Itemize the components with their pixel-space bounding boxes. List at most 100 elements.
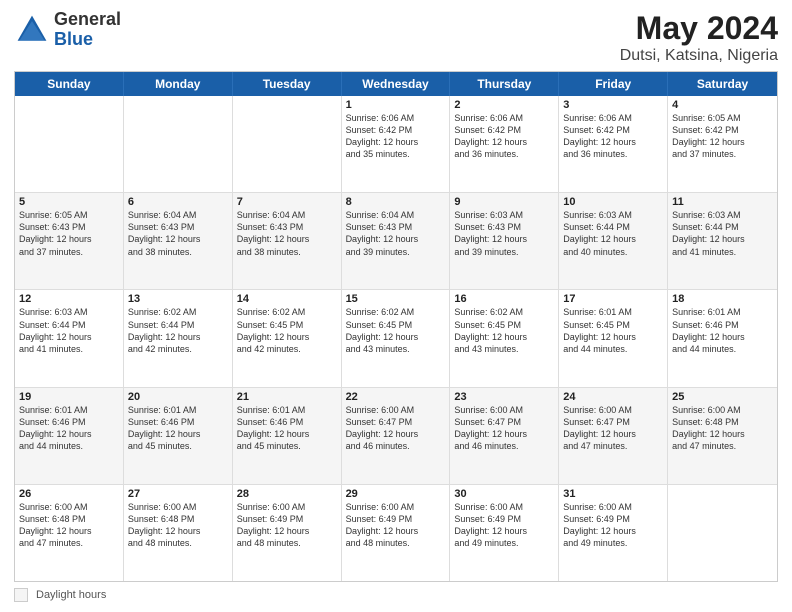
calendar: SundayMondayTuesdayWednesdayThursdayFrid… bbox=[14, 71, 778, 582]
calendar-cell bbox=[233, 96, 342, 192]
day-number: 26 bbox=[19, 488, 119, 500]
day-number: 2 bbox=[454, 99, 554, 111]
calendar-cell: 27Sunrise: 6:00 AM Sunset: 6:48 PM Dayli… bbox=[124, 485, 233, 581]
day-info: Sunrise: 6:05 AM Sunset: 6:42 PM Dayligh… bbox=[672, 112, 773, 161]
logo: General Blue bbox=[14, 10, 121, 50]
calendar-cell: 8Sunrise: 6:04 AM Sunset: 6:43 PM Daylig… bbox=[342, 193, 451, 289]
day-header-wednesday: Wednesday bbox=[342, 72, 451, 96]
logo-blue: Blue bbox=[54, 30, 121, 50]
day-number: 31 bbox=[563, 488, 663, 500]
calendar-cell: 11Sunrise: 6:03 AM Sunset: 6:44 PM Dayli… bbox=[668, 193, 777, 289]
day-info: Sunrise: 6:02 AM Sunset: 6:44 PM Dayligh… bbox=[128, 306, 228, 355]
day-info: Sunrise: 6:02 AM Sunset: 6:45 PM Dayligh… bbox=[454, 306, 554, 355]
day-header-sunday: Sunday bbox=[15, 72, 124, 96]
day-number: 20 bbox=[128, 391, 228, 403]
day-info: Sunrise: 6:00 AM Sunset: 6:47 PM Dayligh… bbox=[563, 404, 663, 453]
day-number: 1 bbox=[346, 99, 446, 111]
calendar-row: 1Sunrise: 6:06 AM Sunset: 6:42 PM Daylig… bbox=[15, 96, 777, 192]
day-number: 8 bbox=[346, 196, 446, 208]
calendar-cell: 13Sunrise: 6:02 AM Sunset: 6:44 PM Dayli… bbox=[124, 290, 233, 386]
calendar-header: SundayMondayTuesdayWednesdayThursdayFrid… bbox=[15, 72, 777, 96]
day-info: Sunrise: 6:03 AM Sunset: 6:43 PM Dayligh… bbox=[454, 209, 554, 258]
day-number: 19 bbox=[19, 391, 119, 403]
day-info: Sunrise: 6:04 AM Sunset: 6:43 PM Dayligh… bbox=[237, 209, 337, 258]
main-title: May 2024 bbox=[620, 10, 778, 47]
calendar-cell: 22Sunrise: 6:00 AM Sunset: 6:47 PM Dayli… bbox=[342, 388, 451, 484]
calendar-cell: 24Sunrise: 6:00 AM Sunset: 6:47 PM Dayli… bbox=[559, 388, 668, 484]
calendar-body: 1Sunrise: 6:06 AM Sunset: 6:42 PM Daylig… bbox=[15, 96, 777, 581]
day-info: Sunrise: 6:06 AM Sunset: 6:42 PM Dayligh… bbox=[563, 112, 663, 161]
day-info: Sunrise: 6:01 AM Sunset: 6:46 PM Dayligh… bbox=[237, 404, 337, 453]
logo-general: General bbox=[54, 10, 121, 30]
logo-icon bbox=[14, 12, 50, 48]
header: General Blue May 2024 Dutsi, Katsina, Ni… bbox=[14, 10, 778, 65]
day-info: Sunrise: 6:02 AM Sunset: 6:45 PM Dayligh… bbox=[237, 306, 337, 355]
day-number: 4 bbox=[672, 99, 773, 111]
calendar-cell: 12Sunrise: 6:03 AM Sunset: 6:44 PM Dayli… bbox=[15, 290, 124, 386]
day-info: Sunrise: 6:00 AM Sunset: 6:48 PM Dayligh… bbox=[128, 501, 228, 550]
day-number: 21 bbox=[237, 391, 337, 403]
day-number: 11 bbox=[672, 196, 773, 208]
day-info: Sunrise: 6:03 AM Sunset: 6:44 PM Dayligh… bbox=[19, 306, 119, 355]
calendar-cell: 28Sunrise: 6:00 AM Sunset: 6:49 PM Dayli… bbox=[233, 485, 342, 581]
calendar-row: 19 Sunrise: 6:01 AM Sunset: 6:46 PM Dayli… bbox=[15, 387, 777, 484]
day-info: Sunrise: 6:05 AM Sunset: 6:43 PM Dayligh… bbox=[19, 209, 119, 258]
day-info: Sunrise: 6:00 AM Sunset: 6:48 PM Dayligh… bbox=[672, 404, 773, 453]
day-number: 29 bbox=[346, 488, 446, 500]
day-info: Sunrise: 6:00 AM Sunset: 6:49 PM Dayligh… bbox=[454, 501, 554, 550]
calendar-cell: 10Sunrise: 6:03 AM Sunset: 6:44 PM Dayli… bbox=[559, 193, 668, 289]
calendar-cell: 18Sunrise: 6:01 AM Sunset: 6:46 PM Dayli… bbox=[668, 290, 777, 386]
day-info: Sunrise: 6:04 AM Sunset: 6:43 PM Dayligh… bbox=[346, 209, 446, 258]
subtitle: Dutsi, Katsina, Nigeria bbox=[620, 47, 778, 65]
calendar-cell: 20Sunrise: 6:01 AM Sunset: 6:46 PM Dayli… bbox=[124, 388, 233, 484]
day-info: Sunrise: 6:01 AM Sunset: 6:45 PM Dayligh… bbox=[563, 306, 663, 355]
daylight-box bbox=[14, 588, 28, 602]
calendar-row: 5Sunrise: 6:05 AM Sunset: 6:43 PM Daylig… bbox=[15, 192, 777, 289]
logo-text: General Blue bbox=[54, 10, 121, 50]
day-header-tuesday: Tuesday bbox=[233, 72, 342, 96]
calendar-cell: 4Sunrise: 6:05 AM Sunset: 6:42 PM Daylig… bbox=[668, 96, 777, 192]
page: General Blue May 2024 Dutsi, Katsina, Ni… bbox=[0, 0, 792, 612]
day-info: Sunrise: 6:03 AM Sunset: 6:44 PM Dayligh… bbox=[563, 209, 663, 258]
day-number: 28 bbox=[237, 488, 337, 500]
title-block: May 2024 Dutsi, Katsina, Nigeria bbox=[620, 10, 778, 65]
calendar-cell bbox=[124, 96, 233, 192]
day-header-monday: Monday bbox=[124, 72, 233, 96]
day-number: 15 bbox=[346, 293, 446, 305]
day-number: 12 bbox=[19, 293, 119, 305]
calendar-row: 26Sunrise: 6:00 AM Sunset: 6:48 PM Dayli… bbox=[15, 484, 777, 581]
calendar-cell: 31Sunrise: 6:00 AM Sunset: 6:49 PM Dayli… bbox=[559, 485, 668, 581]
day-info: Sunrise: 6:01 AM Sunset: 6:46 PM Dayligh… bbox=[672, 306, 773, 355]
footer: Daylight hours bbox=[14, 588, 778, 602]
day-info: Sunrise: 6:00 AM Sunset: 6:48 PM Dayligh… bbox=[19, 501, 119, 550]
day-header-friday: Friday bbox=[559, 72, 668, 96]
day-number: 9 bbox=[454, 196, 554, 208]
day-number: 7 bbox=[237, 196, 337, 208]
calendar-row: 12Sunrise: 6:03 AM Sunset: 6:44 PM Dayli… bbox=[15, 289, 777, 386]
day-info: Sunrise: 6:02 AM Sunset: 6:45 PM Dayligh… bbox=[346, 306, 446, 355]
day-info: Sunrise: 6:06 AM Sunset: 6:42 PM Dayligh… bbox=[346, 112, 446, 161]
calendar-cell: 21Sunrise: 6:01 AM Sunset: 6:46 PM Dayli… bbox=[233, 388, 342, 484]
day-number: 23 bbox=[454, 391, 554, 403]
calendar-cell: 1Sunrise: 6:06 AM Sunset: 6:42 PM Daylig… bbox=[342, 96, 451, 192]
calendar-cell: 15Sunrise: 6:02 AM Sunset: 6:45 PM Dayli… bbox=[342, 290, 451, 386]
day-number: 22 bbox=[346, 391, 446, 403]
calendar-cell: 9Sunrise: 6:03 AM Sunset: 6:43 PM Daylig… bbox=[450, 193, 559, 289]
calendar-cell: 29Sunrise: 6:00 AM Sunset: 6:49 PM Dayli… bbox=[342, 485, 451, 581]
calendar-cell: 6Sunrise: 6:04 AM Sunset: 6:43 PM Daylig… bbox=[124, 193, 233, 289]
calendar-cell: 5Sunrise: 6:05 AM Sunset: 6:43 PM Daylig… bbox=[15, 193, 124, 289]
day-number: 16 bbox=[454, 293, 554, 305]
day-info: Sunrise: 6:03 AM Sunset: 6:44 PM Dayligh… bbox=[672, 209, 773, 258]
day-number: 10 bbox=[563, 196, 663, 208]
calendar-cell bbox=[15, 96, 124, 192]
day-info: Sunrise: 6:00 AM Sunset: 6:47 PM Dayligh… bbox=[454, 404, 554, 453]
day-info: Sunrise: 6:00 AM Sunset: 6:49 PM Dayligh… bbox=[346, 501, 446, 550]
day-number: 17 bbox=[563, 293, 663, 305]
day-number: 27 bbox=[128, 488, 228, 500]
calendar-cell bbox=[668, 485, 777, 581]
calendar-cell: 2Sunrise: 6:06 AM Sunset: 6:42 PM Daylig… bbox=[450, 96, 559, 192]
day-number: 24 bbox=[563, 391, 663, 403]
calendar-cell: 19Sunrise: 6:01 AM Sunset: 6:46 PM Dayli… bbox=[15, 388, 124, 484]
day-info: Sunrise: 6:06 AM Sunset: 6:42 PM Dayligh… bbox=[454, 112, 554, 161]
calendar-cell: 26Sunrise: 6:00 AM Sunset: 6:48 PM Dayli… bbox=[15, 485, 124, 581]
